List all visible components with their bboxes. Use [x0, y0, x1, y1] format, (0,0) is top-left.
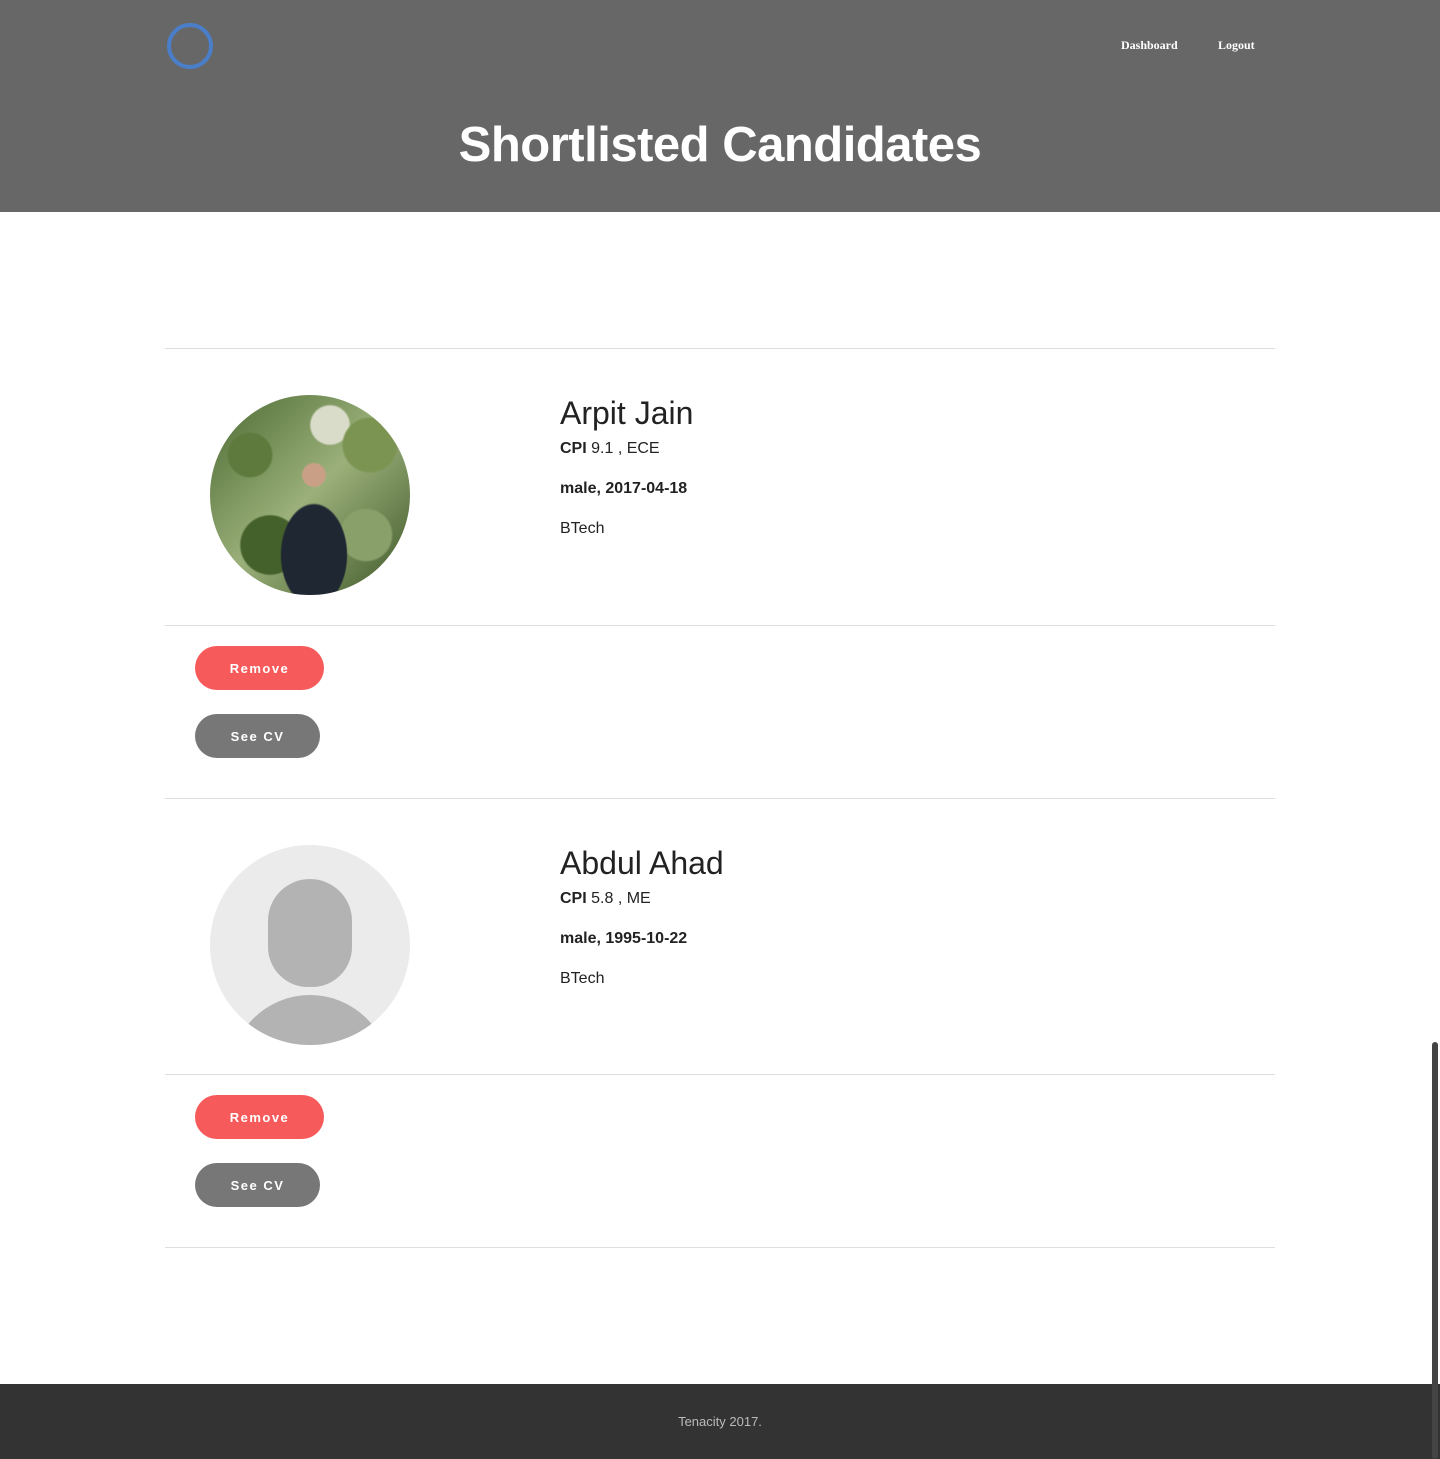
- candidate-photo: [210, 395, 410, 595]
- candidate-name: Abdul Ahad: [560, 845, 724, 881]
- divider: [165, 625, 1275, 626]
- candidate-degree: BTech: [560, 970, 605, 987]
- see-cv-button[interactable]: See CV: [195, 714, 320, 758]
- candidate-gender-dob: male, 2017-04-18: [560, 480, 688, 497]
- divider: [165, 1074, 1275, 1075]
- footer-copyright: Tenacity 2017.: [678, 1414, 762, 1429]
- cpi-value: 9.1 , ECE: [591, 440, 660, 457]
- nav-dashboard-link[interactable]: Dashboard: [1121, 38, 1178, 53]
- page-footer: Tenacity 2017.: [0, 1384, 1440, 1459]
- cpi-value: 5.8 , ME: [591, 890, 651, 907]
- cpi-label: CPI: [560, 890, 587, 907]
- cpi-label: CPI: [560, 440, 587, 457]
- candidate-cpi: CPI 5.8 , ME: [560, 889, 651, 909]
- candidate-name: Arpit Jain: [560, 395, 694, 431]
- nav-logout-link[interactable]: Logout: [1218, 38, 1255, 53]
- candidate-cpi: CPI 9.1 , ECE: [560, 439, 660, 459]
- see-cv-button[interactable]: See CV: [195, 1163, 320, 1207]
- page-title: Shortlisted Candidates: [458, 118, 982, 172]
- vertical-scrollbar[interactable]: [1432, 1042, 1438, 1459]
- default-avatar-icon: [210, 845, 410, 1045]
- logo-ring-icon[interactable]: [167, 23, 213, 69]
- divider: [165, 798, 1275, 799]
- avatar-head-shape: [268, 879, 352, 987]
- remove-button[interactable]: Remove: [195, 1095, 324, 1139]
- remove-button[interactable]: Remove: [195, 646, 324, 690]
- candidate-gender-dob: male, 1995-10-22: [560, 930, 688, 947]
- candidate-degree: BTech: [560, 520, 605, 537]
- divider: [165, 348, 1275, 349]
- avatar-shoulders-shape: [230, 995, 390, 1045]
- page-header: Dashboard Logout Shortlisted Candidates: [0, 0, 1440, 212]
- divider: [165, 1247, 1275, 1248]
